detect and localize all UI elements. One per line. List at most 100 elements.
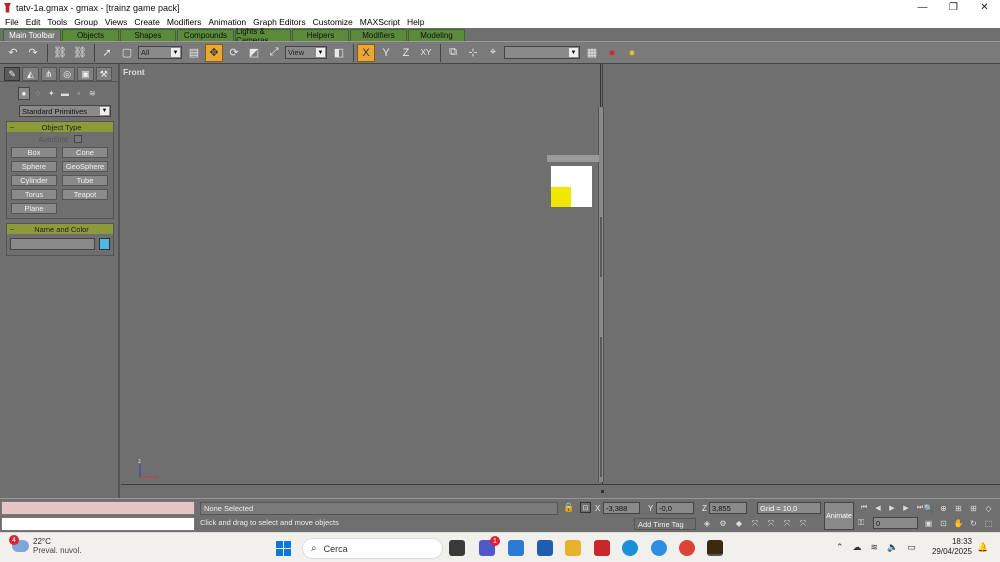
notification-bell-icon[interactable]: 🔔 (977, 542, 988, 553)
play-icon[interactable]: ▶ (885, 502, 899, 514)
menu-group[interactable]: Group (71, 17, 101, 27)
zoom-extents-all-icon[interactable]: ⊞ (966, 502, 981, 514)
close-button[interactable]: ✕ (969, 0, 1000, 15)
help-icon[interactable] (651, 540, 667, 556)
z-coord-field[interactable]: 3,855 (709, 502, 747, 514)
tab-compounds[interactable]: Compounds (177, 29, 234, 41)
shapes-icon[interactable]: ◌ (32, 87, 44, 100)
render-icon[interactable]: ● (623, 44, 641, 62)
crossbar-object[interactable] (547, 155, 599, 162)
link-icon[interactable]: ⛓ (51, 44, 69, 62)
snap-3d-icon[interactable]: ⤧ (764, 517, 778, 530)
tab-helpers[interactable]: Helpers (292, 29, 349, 41)
tab-modifiers[interactable]: Modifiers (350, 29, 407, 41)
menu-graph-editors[interactable]: Graph Editors (250, 17, 308, 27)
field-of-view-icon[interactable]: ◇ (981, 502, 996, 514)
sphere-button[interactable]: Sphere (11, 161, 57, 172)
minimize-button[interactable]: — (907, 0, 938, 15)
edge-icon[interactable] (622, 540, 638, 556)
scale-icon[interactable]: ◩ (245, 44, 263, 62)
gmax-taskbar-icon[interactable] (707, 540, 723, 556)
menu-create[interactable]: Create (131, 17, 163, 27)
task-view-icon[interactable] (449, 540, 465, 556)
add-time-tag-button[interactable]: Add Time Tag (634, 518, 696, 530)
viewport-label[interactable]: Front (123, 67, 145, 77)
min-max-toggle-icon[interactable]: ▣ (921, 517, 936, 529)
cameras-icon[interactable]: ▬ (59, 87, 71, 100)
teapot-button[interactable]: Teapot (62, 189, 108, 200)
animate-button[interactable]: Animate (824, 502, 854, 530)
undo-icon[interactable]: ↶ (4, 44, 22, 62)
mcafee-icon[interactable] (594, 540, 610, 556)
menu-tools[interactable]: Tools (44, 17, 70, 27)
named-selection-dropdown[interactable]: ▼ (504, 46, 580, 59)
align-icon[interactable]: ⊹ (464, 44, 482, 62)
menu-file[interactable]: File (2, 17, 22, 27)
autogrid-checkbox[interactable] (73, 135, 82, 143)
rotate-icon[interactable]: ⟳ (225, 44, 243, 62)
chevron-up-icon[interactable]: ⌃ (836, 542, 844, 553)
axis-constraint-z-icon[interactable]: Z (397, 44, 415, 62)
app-icon[interactable] (508, 540, 524, 556)
arc-rotate-icon[interactable]: ↻ (966, 517, 981, 529)
selection-lock-icon[interactable]: ⌖ (484, 44, 502, 62)
layers-icon[interactable]: ▦ (583, 44, 601, 62)
y-coord-field[interactable]: -0,0 (656, 502, 694, 514)
region-zoom-icon[interactable]: ⊡ (936, 517, 951, 529)
pole-object[interactable] (598, 107, 604, 482)
geosphere-button[interactable]: GeoSphere (62, 161, 108, 172)
modify-tab-icon[interactable]: ◭ (22, 67, 39, 81)
x-coord-field[interactable]: -3,388 (603, 502, 640, 514)
menu-modifiers[interactable]: Modifiers (164, 17, 204, 27)
go-to-start-icon[interactable]: ⏮ (857, 502, 871, 514)
pan-icon[interactable]: ✋ (951, 517, 966, 529)
absolute-mode-icon[interactable]: ⊡ (580, 502, 591, 513)
restore-button[interactable]: ❐ (938, 0, 969, 15)
cone-button[interactable]: Cone (62, 147, 108, 158)
tab-objects[interactable]: Objects (62, 29, 119, 41)
torus-button[interactable]: Torus (11, 189, 57, 200)
select-object-icon[interactable]: ➚ (98, 44, 116, 62)
battery-icon[interactable]: ▭ (907, 542, 916, 553)
clock[interactable]: 18:33 29/04/2025 (930, 537, 972, 557)
front-viewport[interactable]: Front z x (121, 64, 1000, 484)
next-frame-icon[interactable]: ▶ (899, 502, 913, 514)
axis-constraint-x-icon[interactable]: X (357, 43, 375, 62)
mirror-icon[interactable]: ⧉ (444, 44, 462, 62)
taskbar-search[interactable]: ⌕ Cerca (302, 538, 443, 559)
manipulate-icon[interactable]: ⤢ (265, 44, 283, 62)
zoom-all-icon[interactable]: ⊕ (936, 502, 951, 514)
menu-maxscript[interactable]: MAXScript (357, 17, 403, 27)
maxscript-input-field[interactable] (1, 517, 195, 531)
snap-extra-icon[interactable]: ⤧ (796, 517, 810, 530)
tab-modeling[interactable]: Modeling (408, 29, 465, 41)
selection-filter-dropdown[interactable]: All ▼ (138, 46, 182, 59)
spinner-snap-icon[interactable]: ⤧ (748, 517, 762, 530)
name-color-header[interactable]: − Name and Color (7, 224, 113, 234)
helpers-icon[interactable]: ▫ (73, 87, 85, 100)
motion-tab-icon[interactable]: ◎ (58, 67, 76, 81)
menu-views[interactable]: Views (102, 17, 131, 27)
redo-icon[interactable]: ↷ (24, 44, 42, 62)
cylinder-button[interactable]: Cylinder (11, 175, 57, 186)
create-tab-icon[interactable]: ✎ (4, 67, 21, 81)
display-tab-icon[interactable]: ▣ (77, 67, 94, 81)
plane-button[interactable]: Plane (11, 203, 57, 214)
unlink-icon[interactable]: ⛓ (71, 44, 89, 62)
maximize-viewport-icon[interactable]: ⬚ (981, 517, 996, 529)
current-frame-field[interactable]: 0 (873, 517, 918, 529)
geometry-icon[interactable]: ● (18, 87, 30, 100)
teams-icon[interactable]: 1 (479, 536, 500, 556)
menu-animation[interactable]: Animation (205, 17, 249, 27)
material-editor-icon[interactable]: ● (603, 44, 621, 62)
axis-constraint-xy-icon[interactable]: XY (417, 44, 435, 62)
box-button[interactable]: Box (11, 147, 57, 158)
zoom-extents-icon[interactable]: ⊞ (951, 502, 966, 514)
percent-snap-icon[interactable]: ◆ (732, 517, 746, 530)
weather-widget[interactable]: 4 22°C Preval. nuvol. (9, 535, 81, 555)
menu-edit[interactable]: Edit (23, 17, 44, 27)
file-explorer-icon[interactable] (565, 540, 581, 556)
angle-snap-icon[interactable]: ⚙ (716, 517, 730, 530)
tab-main-toolbar[interactable]: Main Toolbar (3, 29, 61, 41)
object-type-header[interactable]: − Object Type (7, 122, 113, 132)
